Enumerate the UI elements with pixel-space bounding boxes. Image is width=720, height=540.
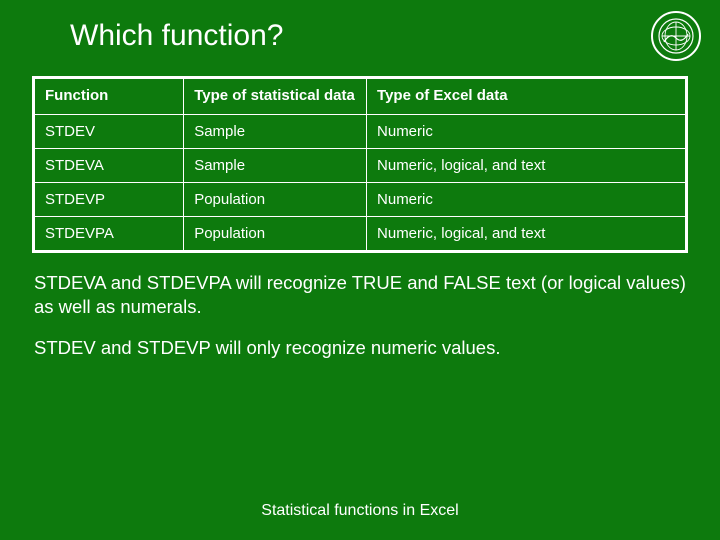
cell: STDEVPA [34,217,184,252]
footer-text: Statistical functions in Excel [0,502,720,520]
note-text: STDEV and STDEVP will only recognize num… [34,336,686,360]
cell: Sample [184,149,367,183]
function-table: Function Type of statistical data Type o… [32,76,688,253]
col-header: Type of Excel data [367,78,687,115]
col-header: Type of statistical data [184,78,367,115]
cell: STDEVA [34,149,184,183]
institute-seal-icon [650,10,702,62]
table-row: STDEVPA Population Numeric, logical, and… [34,217,687,252]
table-row: STDEVA Sample Numeric, logical, and text [34,149,687,183]
table-row: STDEV Sample Numeric [34,115,687,149]
cell: Numeric, logical, and text [367,149,687,183]
col-header: Function [34,78,184,115]
cell: STDEVP [34,183,184,217]
table-header-row: Function Type of statistical data Type o… [34,78,687,115]
cell: STDEV [34,115,184,149]
cell: Population [184,183,367,217]
cell: Numeric [367,115,687,149]
note-text: STDEVA and STDEVPA will recognize TRUE a… [34,271,686,318]
slide-title: Which function? [70,19,283,53]
cell: Population [184,217,367,252]
cell: Sample [184,115,367,149]
cell: Numeric, logical, and text [367,217,687,252]
table-row: STDEVP Population Numeric [34,183,687,217]
cell: Numeric [367,183,687,217]
